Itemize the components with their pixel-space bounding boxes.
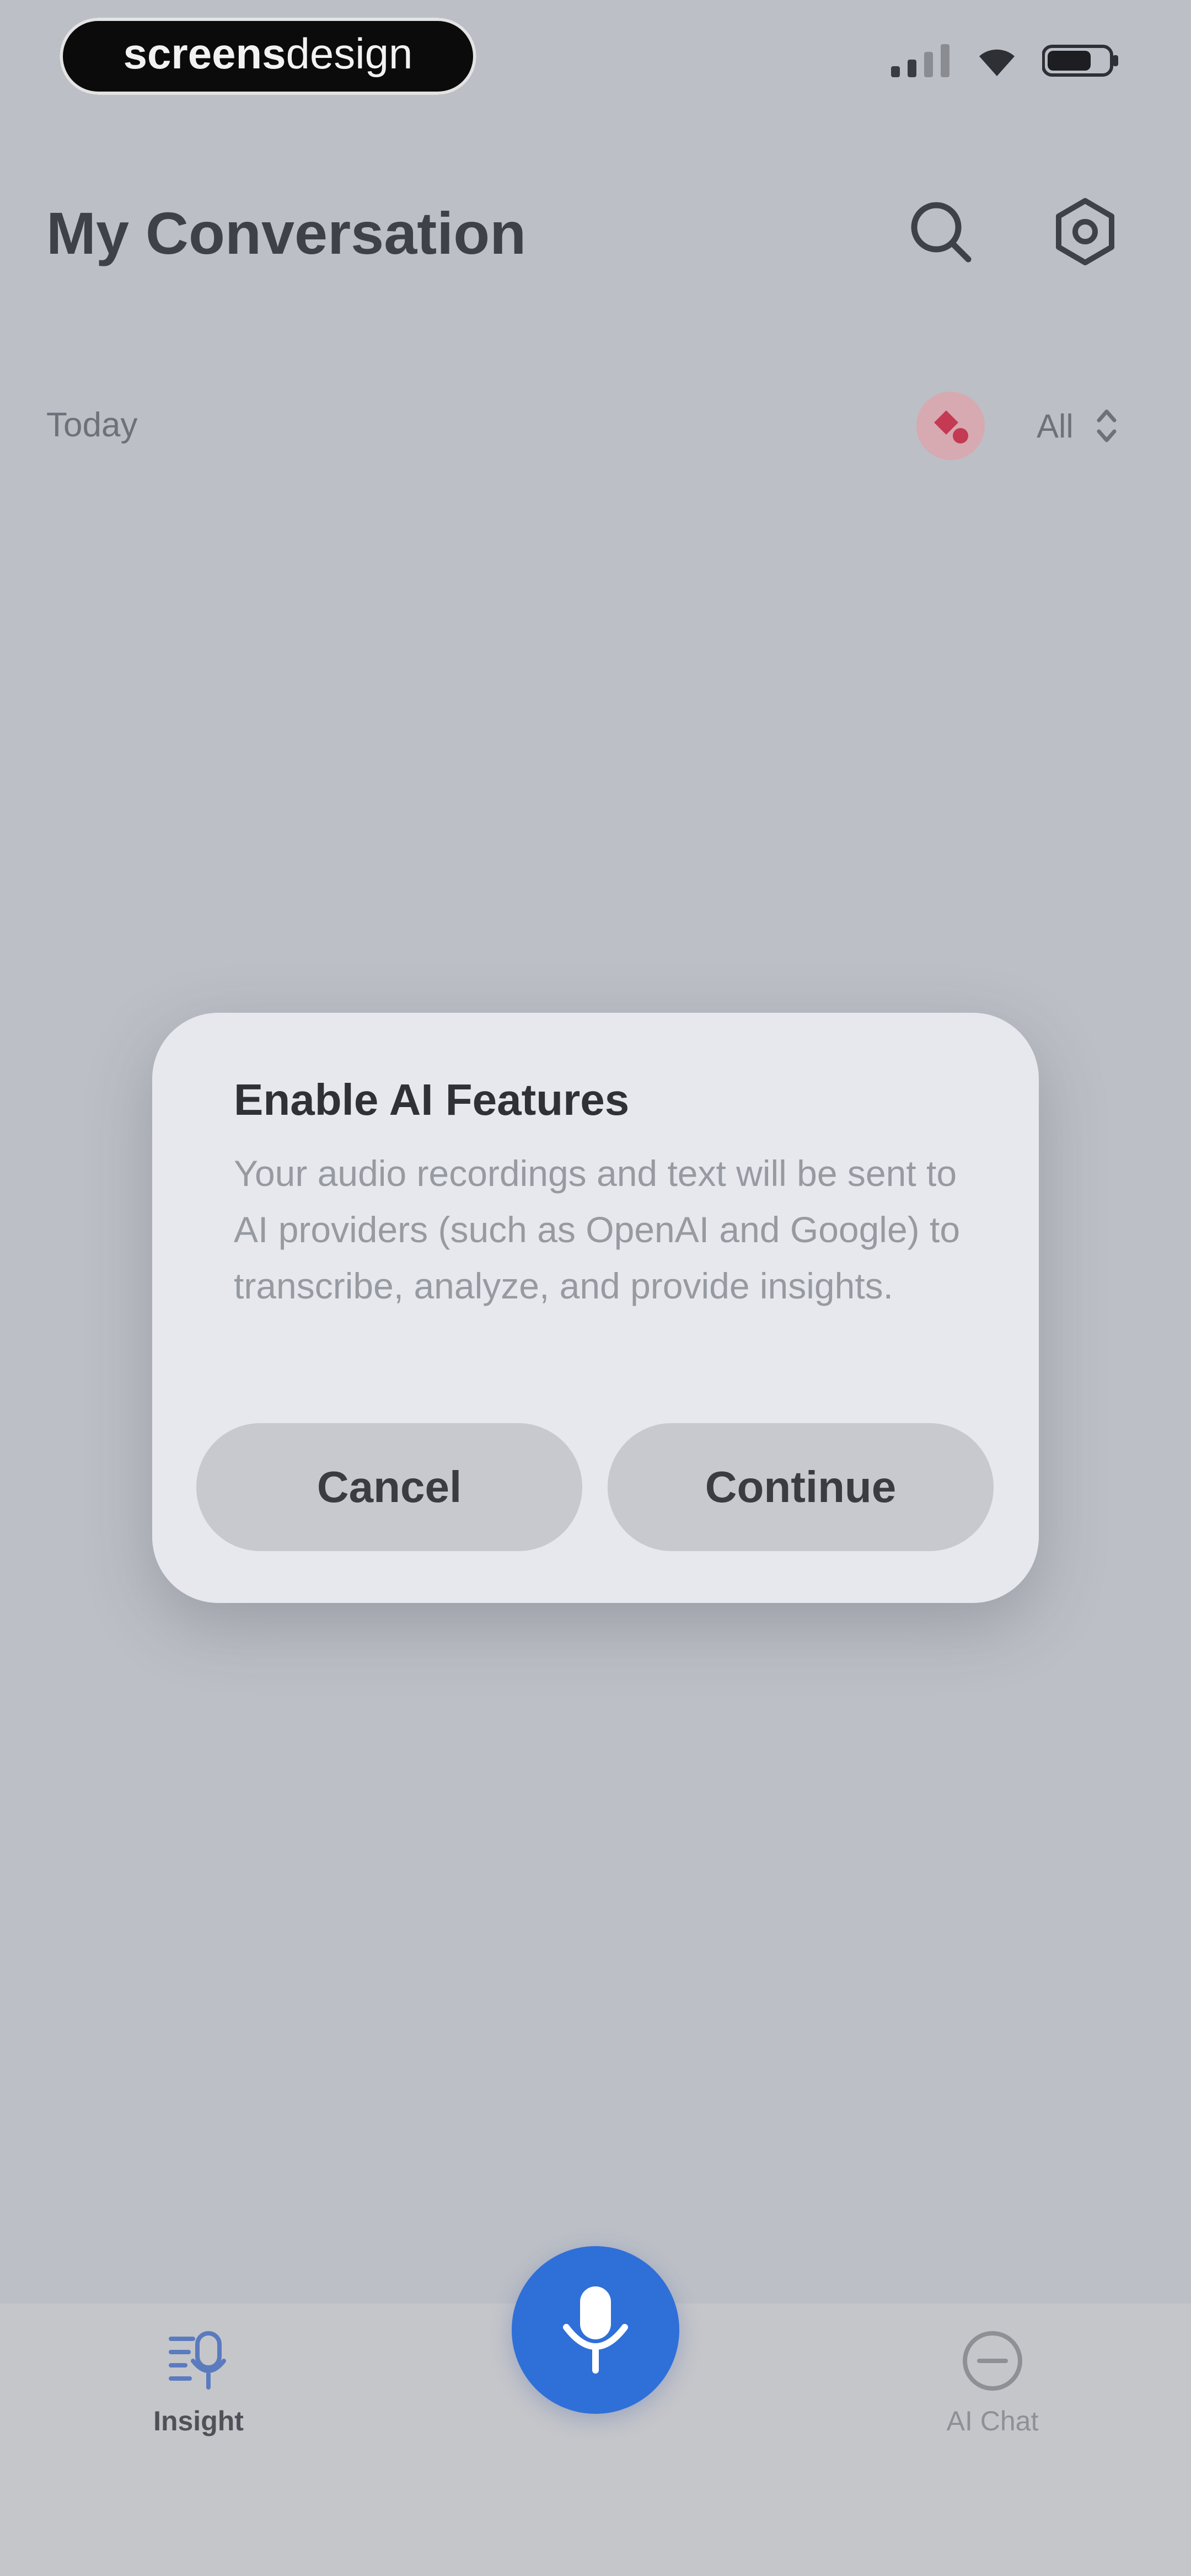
section-label-today: Today	[46, 406, 138, 444]
microphone-icon	[563, 2286, 628, 2374]
enable-ai-dialog: Enable AI Features Your audio recordings…	[152, 1013, 1039, 1603]
tab-insight-label: Insight	[153, 2406, 244, 2436]
battery-icon	[1042, 45, 1118, 77]
filter-value: All	[1037, 407, 1074, 445]
dialog-title: Enable AI Features	[234, 1075, 630, 1124]
tab-ai-chat[interactable]: AI Chat	[904, 2328, 1081, 2437]
continue-button[interactable]: Continue	[608, 1423, 994, 1551]
brand-logo: screensdesign	[124, 29, 413, 78]
wifi-icon	[979, 49, 1015, 76]
tab-insight[interactable]: Insight	[110, 2328, 287, 2437]
tab-ai-chat-label: AI Chat	[946, 2406, 1039, 2436]
dialog-body: Your audio recordings and text will be s…	[234, 1153, 961, 1306]
settings-button[interactable]	[1047, 193, 1124, 270]
insight-icon	[169, 2331, 226, 2390]
signal-icon	[891, 44, 949, 77]
record-mic-button[interactable]	[512, 2246, 679, 2414]
svg-text:screensdesign: screensdesign	[124, 29, 413, 78]
gear-icon	[1056, 198, 1114, 265]
status-icons	[891, 43, 1119, 78]
chat-bubble-icon	[963, 2331, 1022, 2391]
filter-select[interactable]: All	[1037, 398, 1118, 453]
search-icon	[911, 202, 972, 263]
page-title: My Conversation	[46, 200, 527, 266]
record-badge-icon	[934, 410, 968, 443]
cancel-button[interactable]: Cancel	[196, 1423, 582, 1551]
record-badge[interactable]	[916, 392, 985, 460]
brand-watermark: screensdesign	[60, 18, 476, 95]
sort-chevrons-icon	[1097, 409, 1117, 442]
search-button[interactable]	[902, 193, 979, 270]
app-screen: screensdesign My Conversation Today All …	[0, 0, 1191, 2576]
